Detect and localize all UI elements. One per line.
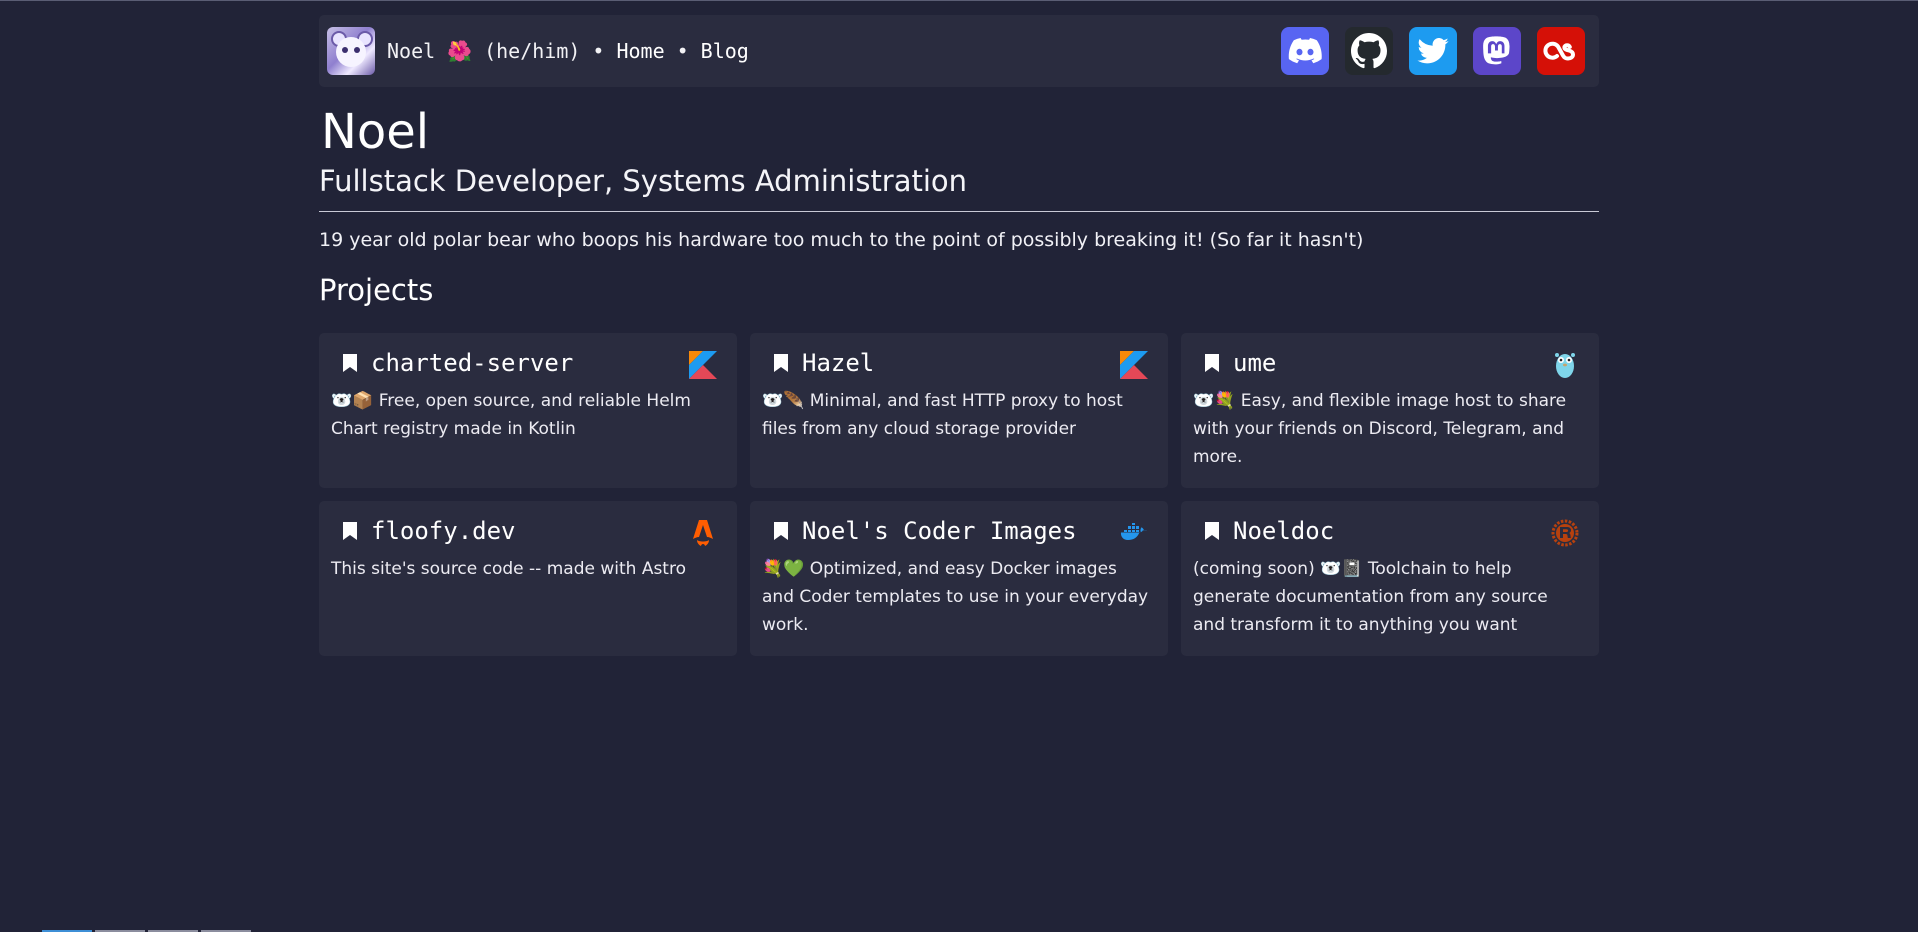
kotlin-icon: [689, 351, 717, 379]
top-border: [0, 0, 1918, 1]
social-links: [1281, 27, 1585, 75]
project-title: Noeldoc: [1233, 517, 1335, 545]
discord-icon[interactable]: [1281, 27, 1329, 75]
bio-text: 19 year old polar bear who boops his har…: [319, 229, 1364, 251]
card-header: Hazel: [762, 347, 1156, 379]
project-description: 🐻‍❄️📦 Free, open source, and reliable He…: [331, 391, 691, 439]
top-navbar: Noel 🌺 (he/him) • Home • Blog: [319, 15, 1599, 87]
bookmark-icon: [343, 522, 357, 540]
avatar-face: [336, 37, 366, 67]
divider: [319, 211, 1599, 212]
astro-icon: [689, 519, 717, 547]
bookmark-icon: [774, 354, 788, 372]
project-title: Hazel: [802, 349, 875, 377]
card-header: charted-server: [331, 347, 725, 379]
card-header: Noeldoc: [1193, 515, 1587, 547]
nav-separator: •: [676, 39, 689, 63]
project-card-charted-server[interactable]: charted-server 🐻‍❄️📦 Free, open source, …: [319, 333, 737, 488]
project-card-floofy-dev[interactable]: floofy.dev This site's source code -- ma…: [319, 501, 737, 656]
bookmark-icon: [1205, 354, 1219, 372]
project-card-ume[interactable]: ume 🐻‍❄️💐 Easy, and flexible image host …: [1181, 333, 1599, 488]
nav-home-link[interactable]: Home: [616, 39, 664, 63]
avatar-eye-left: [342, 47, 348, 53]
project-title: floofy.dev: [371, 517, 516, 545]
twitter-icon[interactable]: [1409, 27, 1457, 75]
card-header: Noel's Coder Images: [762, 515, 1156, 547]
page-subtitle: Fullstack Developer, Systems Administrat…: [319, 164, 968, 198]
project-title: ume: [1233, 349, 1277, 377]
nav-blog-link[interactable]: Blog: [701, 39, 749, 63]
kotlin-icon: [1120, 351, 1148, 379]
project-description: 💐💚 Optimized, and easy Docker images and…: [762, 559, 1149, 635]
projects-grid: charted-server 🐻‍❄️📦 Free, open source, …: [319, 333, 1599, 656]
pronouns: (he/him): [484, 39, 581, 63]
project-description: This site's source code -- made with Ast…: [331, 559, 686, 579]
card-header: ume: [1193, 347, 1587, 379]
bookmark-icon: [343, 354, 357, 372]
bookmark-icon: [1205, 522, 1219, 540]
mastodon-icon[interactable]: [1473, 27, 1521, 75]
lastfm-icon[interactable]: [1537, 27, 1585, 75]
project-card-hazel[interactable]: Hazel 🐻‍❄️🪶 Minimal, and fast HTTP proxy…: [750, 333, 1168, 488]
avatar[interactable]: [327, 27, 375, 75]
go-icon: [1551, 351, 1579, 379]
project-title: charted-server: [371, 349, 574, 377]
projects-heading: Projects: [319, 273, 434, 307]
site-name: Noel: [387, 39, 436, 63]
project-description: (coming soon) 🐻‍❄️📓 Toolchain to help ge…: [1193, 559, 1548, 635]
page-container: Noel 🌺 (he/him) • Home • Blog: [319, 15, 1599, 87]
page-title: Noel: [321, 104, 430, 160]
github-icon[interactable]: [1345, 27, 1393, 75]
nav-separator: •: [592, 39, 605, 63]
docker-icon: [1120, 519, 1148, 547]
project-description: 🐻‍❄️🪶 Minimal, and fast HTTP proxy to ho…: [762, 391, 1123, 439]
project-card-noels-coder-images[interactable]: Noel's Coder Images 💐💚 Optimized, and ea…: [750, 501, 1168, 656]
rust-icon: [1551, 519, 1579, 547]
avatar-eye-right: [354, 47, 360, 53]
flower-emoji: 🌺: [447, 39, 473, 63]
project-description: 🐻‍❄️💐 Easy, and flexible image host to s…: [1193, 391, 1567, 467]
card-header: floofy.dev: [331, 515, 725, 547]
bookmark-icon: [774, 522, 788, 540]
project-title: Noel's Coder Images: [802, 517, 1077, 545]
nav-left: Noel 🌺 (he/him) • Home • Blog: [327, 27, 749, 75]
project-card-noeldoc[interactable]: Noeldoc (coming soon) 🐻‍❄️📓 Toolchain to…: [1181, 501, 1599, 656]
